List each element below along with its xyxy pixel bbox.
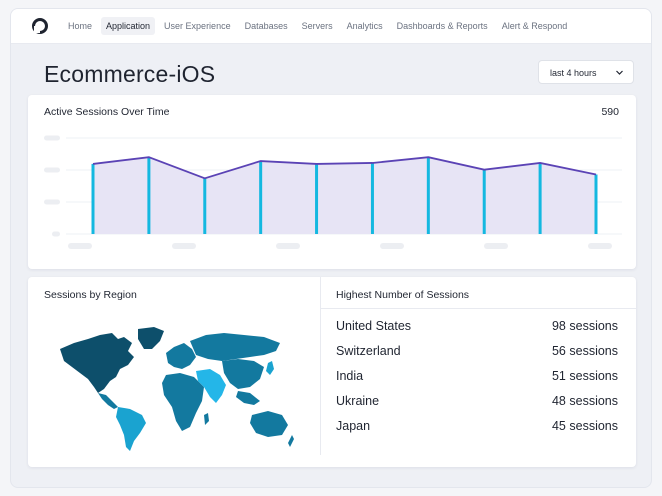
y-tick-placeholder — [44, 199, 60, 205]
nav-item-user-experience[interactable]: User Experience — [159, 17, 236, 35]
map-region-east-asia[interactable] — [222, 359, 264, 389]
session-count: 51 sessions — [551, 369, 618, 383]
time-range-select[interactable]: last 4 hours — [538, 60, 634, 84]
country-name: Ukraine — [336, 394, 380, 408]
x-tick-placeholder — [380, 243, 404, 249]
page-title: Ecommerce-iOS — [44, 61, 216, 87]
y-tick-placeholder — [44, 135, 60, 141]
app-window: Home Application User Experience Databas… — [10, 8, 652, 488]
map-region-central-america[interactable] — [98, 393, 118, 409]
x-tick-placeholder — [484, 243, 508, 249]
chart-bar[interactable] — [259, 161, 263, 234]
y-tick-placeholder — [44, 167, 60, 173]
x-tick-placeholder — [276, 243, 300, 249]
country-name: India — [336, 369, 364, 383]
session-count: 48 sessions — [551, 394, 618, 408]
map-region-europe[interactable] — [166, 343, 196, 369]
nav-item-dashboards-reports[interactable]: Dashboards & Reports — [392, 17, 493, 35]
x-tick-placeholder — [172, 243, 196, 249]
map-region-africa[interactable] — [162, 373, 204, 431]
chart-bar[interactable] — [594, 174, 598, 234]
country-name: United States — [336, 319, 412, 333]
chart-bar[interactable] — [315, 163, 319, 234]
session-count: 45 sessions — [551, 419, 618, 433]
card-divider — [320, 277, 321, 455]
list-item[interactable]: United States 98 sessions — [336, 319, 618, 344]
map-region-south-america[interactable] — [116, 407, 146, 451]
list-item[interactable]: Ukraine 48 sessions — [336, 394, 618, 419]
country-name: Switzerland — [336, 344, 401, 358]
world-map — [60, 327, 294, 451]
main-nav: Home Application User Experience Databas… — [63, 17, 572, 35]
chart-bar[interactable] — [147, 157, 151, 234]
session-count: 56 sessions — [551, 344, 618, 358]
nav-item-alert-respond[interactable]: Alert & Respond — [497, 17, 573, 35]
map-region-madagascar[interactable] — [204, 413, 209, 425]
map-region-north-america[interactable] — [60, 333, 134, 393]
nav-item-databases[interactable]: Databases — [240, 17, 293, 35]
chart-bar[interactable] — [370, 162, 374, 234]
chart-bar[interactable] — [538, 162, 542, 234]
highest-sessions-title: Highest Number of Sessions — [336, 289, 470, 301]
active-sessions-chart — [44, 135, 622, 249]
chart-bar[interactable] — [482, 169, 486, 234]
highest-sessions-divider — [320, 308, 636, 309]
chart-area-fill — [93, 157, 596, 234]
x-tick-placeholder — [68, 243, 92, 249]
chart-bar[interactable] — [426, 157, 430, 234]
nav-item-application[interactable]: Application — [101, 17, 156, 35]
nav-item-servers[interactable]: Servers — [297, 17, 338, 35]
nav-item-home[interactable]: Home — [63, 17, 97, 35]
nav-item-analytics[interactable]: Analytics — [342, 17, 388, 35]
list-item[interactable]: Switzerland 56 sessions — [336, 344, 618, 369]
map-region-north-asia[interactable] — [190, 333, 280, 361]
sessions-region-card: Sessions by Region Highest Number of Ses… — [28, 277, 636, 467]
list-item[interactable]: India 51 sessions — [336, 369, 618, 394]
chevron-down-icon — [616, 70, 623, 75]
app-logo-icon[interactable] — [31, 17, 49, 35]
map-region-japan[interactable] — [266, 361, 274, 375]
chart-bar[interactable] — [203, 178, 207, 234]
highest-sessions-list: United States 98 sessions Switzerland 56… — [336, 319, 618, 444]
time-range-value: last 4 hours — [550, 68, 597, 78]
sessions-by-region-title: Sessions by Region — [44, 289, 137, 301]
map-region-australia[interactable] — [250, 411, 288, 437]
map-region-new-zealand[interactable] — [288, 435, 294, 447]
top-navigation-bar: Home Application User Experience Databas… — [11, 9, 651, 44]
map-region-southeast-asia[interactable] — [236, 391, 260, 405]
active-sessions-card: Active Sessions Over Time 590 — [28, 95, 636, 269]
session-count: 98 sessions — [551, 319, 618, 333]
list-item[interactable]: Japan 45 sessions — [336, 419, 618, 444]
chart-bar[interactable] — [91, 163, 95, 234]
map-region-greenland[interactable] — [138, 327, 164, 349]
country-name: Japan — [336, 419, 371, 433]
x-tick-placeholder — [588, 243, 612, 249]
y-tick-placeholder — [52, 231, 60, 237]
